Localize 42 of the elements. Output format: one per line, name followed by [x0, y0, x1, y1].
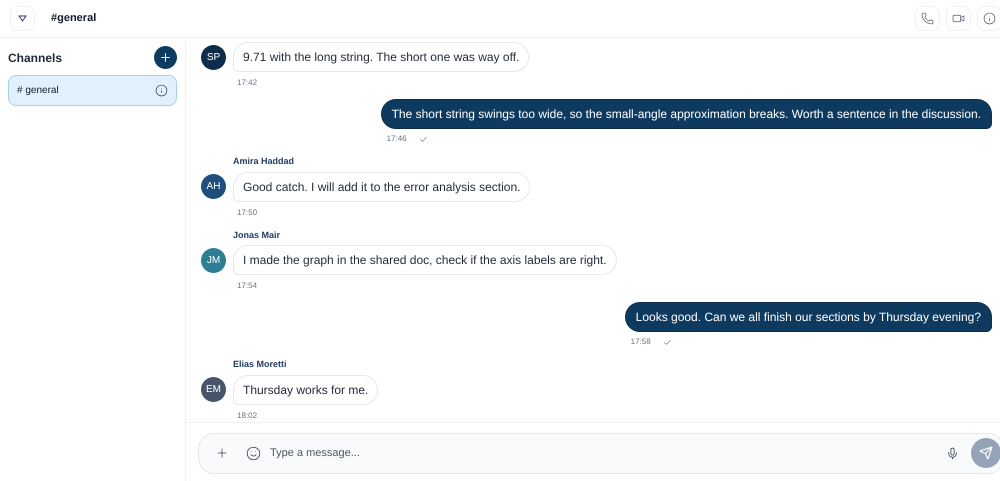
message-time: 17:50 — [237, 206, 258, 218]
message-time: 17:58 — [630, 336, 651, 348]
add-channel-button[interactable] — [154, 46, 177, 69]
message-time: 18:02 — [237, 410, 258, 422]
info-icon — [983, 12, 996, 25]
video-button[interactable] — [946, 6, 971, 31]
avatar: SP — [201, 44, 226, 70]
triangle-icon — [18, 15, 27, 22]
info-button[interactable] — [977, 6, 1000, 31]
send-icon — [979, 446, 993, 460]
message-time: 17:46 — [386, 133, 407, 145]
phone-button[interactable] — [915, 6, 940, 31]
message-input[interactable]: Type a message... — [270, 444, 946, 462]
sender-name: Jonas Mair — [233, 228, 282, 242]
avatar: AH — [201, 174, 226, 199]
sender-name: Amira Haddad — [233, 155, 296, 168]
mic-icon[interactable] — [946, 446, 959, 460]
send-button[interactable] — [971, 438, 1000, 468]
message-bubble: Thursday works for me. — [233, 374, 378, 404]
avatar: EM — [201, 377, 226, 402]
avatar: JM — [201, 248, 226, 272]
dropdown-button[interactable] — [10, 6, 35, 31]
message-bubble: The short string swings too wide, so the small-angle approximation breaks. Worth a sentence in the discussion. — [380, 99, 992, 129]
check-icon — [418, 134, 428, 144]
check-icon — [662, 338, 672, 346]
sidebar-title: Channels — [8, 50, 62, 66]
add-icon[interactable] — [215, 446, 229, 460]
message-bubble: I made the graph in the shared doc, check if the axis labels are right. — [233, 245, 617, 275]
plus-icon — [159, 51, 172, 64]
message-time: 17:54 — [237, 280, 258, 292]
emoji-icon[interactable] — [246, 446, 261, 460]
channel-title: #general — [51, 11, 96, 26]
video-icon — [952, 12, 965, 25]
info-icon[interactable] — [155, 84, 168, 97]
phone-icon — [921, 12, 934, 25]
message-bubble: Looks good. Can we all finish our sections by Thursday evening? — [624, 302, 992, 332]
sender-name: Elias Moretti — [233, 358, 288, 371]
message-time: 17:42 — [237, 77, 258, 89]
message-bubble: 9.71 with the long string. The short one was way off. — [233, 42, 530, 72]
message-bubble: Good catch. I will add it to the error analysis section. — [233, 172, 530, 202]
channel-item[interactable]: # general — [8, 75, 177, 106]
message-composer[interactable]: Type a message... — [198, 432, 1000, 474]
